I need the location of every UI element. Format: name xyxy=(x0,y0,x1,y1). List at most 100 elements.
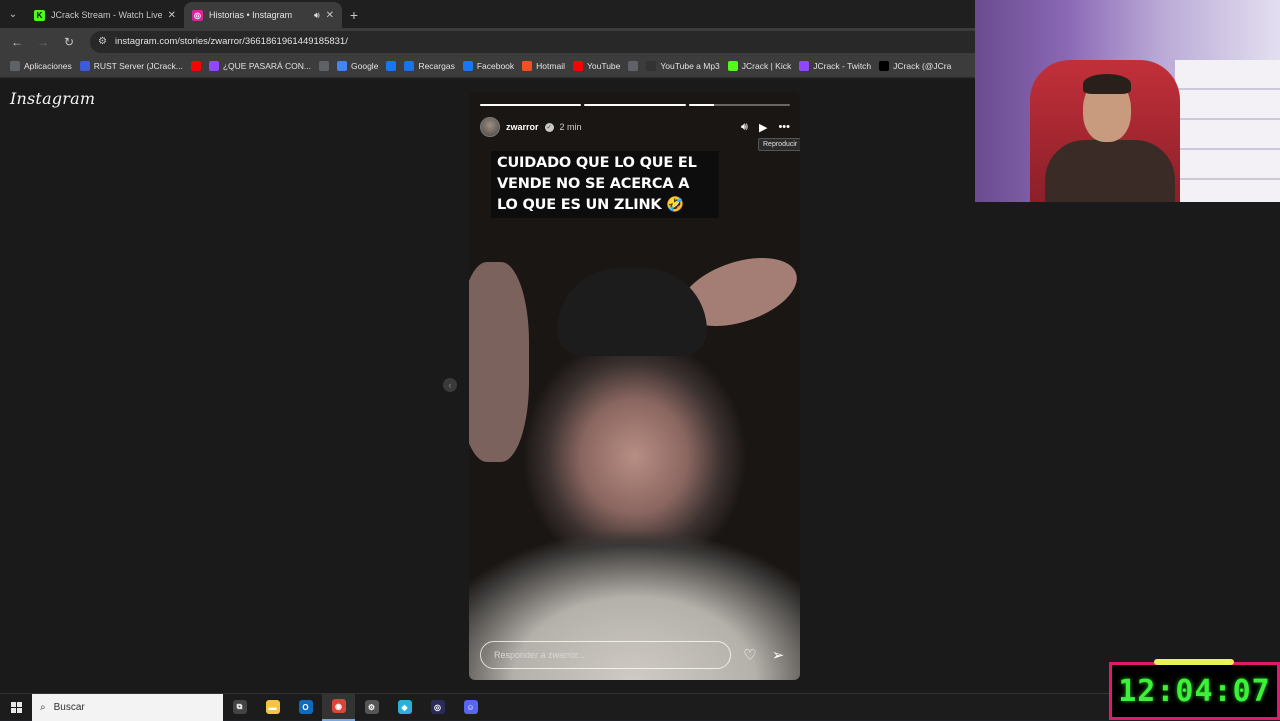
youtube-icon xyxy=(190,61,201,71)
story-header: zwarror ✓ 2 min 🔊︎ ▶ ••• xyxy=(480,116,790,138)
tab-title: JCrack Stream - Watch Live on Kick xyxy=(51,10,162,20)
bookmark-item[interactable]: RUST Server (JCrack... xyxy=(79,61,183,71)
webcam-person-body xyxy=(1045,140,1175,202)
bookmark-label: JCrack | Kick xyxy=(741,61,792,71)
webcam-overlay xyxy=(975,0,1280,202)
outlook-icon: O xyxy=(298,700,313,714)
bookmark-item[interactable]: JCrack (@JCra xyxy=(879,61,951,71)
bookmark-label: Google xyxy=(351,61,379,71)
bookmark-item[interactable]: JCrack - Twitch xyxy=(799,61,871,71)
story-time: 2 min xyxy=(559,122,582,132)
progress-fill xyxy=(480,104,582,106)
story-username[interactable]: zwarror xyxy=(506,122,539,132)
taskbar-app[interactable]: ◆ xyxy=(388,694,421,721)
previous-story-chevron-icon[interactable]: ‹ xyxy=(443,378,457,392)
chrome-icon: ◉ xyxy=(331,699,346,713)
discord-icon: ☺ xyxy=(463,700,478,714)
play-tooltip: Reproducir xyxy=(758,138,800,151)
taskbar-app[interactable]: O xyxy=(289,694,322,721)
kick-icon: K xyxy=(34,9,45,21)
reload-icon[interactable]: ↻ xyxy=(58,31,80,53)
obs-icon: ◎ xyxy=(430,700,445,714)
search-icon: ⌕ xyxy=(40,701,46,713)
url-text: instagram.com/stories/zwarror/3661861961… xyxy=(114,36,348,47)
bookmark-label: YouTube xyxy=(586,61,621,71)
instagram-icon: ◎ xyxy=(192,9,203,21)
youtube-icon xyxy=(572,61,583,71)
bookmark-item[interactable]: ¿QUE PASARÁ CON... xyxy=(208,61,311,71)
twitch-icon xyxy=(799,61,810,71)
task-view-icon: ⧉ xyxy=(232,700,247,714)
taskbar-app[interactable]: ▬ xyxy=(256,694,289,721)
bookmark-label: RUST Server (JCrack... xyxy=(93,61,183,71)
story-caption: CUIDADO QUE LO QUE EL VENDE NO SE ACERCA… xyxy=(491,151,719,218)
progress-fill xyxy=(688,104,714,106)
bookmark-item[interactable] xyxy=(319,61,330,71)
globe-icon xyxy=(628,61,639,71)
taskbar-app[interactable]: ⚙ xyxy=(355,694,388,721)
taskbar-app[interactable]: ◎ xyxy=(421,694,454,721)
taskbar-app[interactable]: ☺ xyxy=(454,694,487,721)
app-icon: ◆ xyxy=(397,700,412,714)
back-arrow-icon[interactable]: ← xyxy=(6,31,28,53)
mp3-icon xyxy=(646,61,657,71)
story-image-cap xyxy=(557,268,707,356)
file-explorer-icon: ▬ xyxy=(265,700,280,714)
bookmark-item[interactable]: Facebook xyxy=(462,61,515,71)
address-bar[interactable]: ⚙ instagram.com/stories/zwarror/36618619… xyxy=(90,30,990,53)
speaker-icon[interactable]: 🔊︎ xyxy=(314,10,320,21)
send-icon[interactable]: ➢ xyxy=(769,646,787,664)
bookmark-label: Hotmail xyxy=(536,61,565,71)
bookmark-item[interactable] xyxy=(190,61,201,71)
start-button[interactable] xyxy=(0,694,32,721)
x-icon xyxy=(879,61,890,71)
progress-segment xyxy=(584,104,686,106)
instagram-logo[interactable]: Instagram xyxy=(10,89,95,108)
play-icon[interactable]: ▶ xyxy=(759,121,767,134)
site-info-icon[interactable]: ⚙ xyxy=(98,36,107,47)
webcam-person-hair xyxy=(1083,74,1131,94)
taskbar-search[interactable]: ⌕ Buscar xyxy=(32,693,223,721)
verified-badge-icon: ✓ xyxy=(544,122,554,132)
apps-grid-icon xyxy=(10,61,20,71)
facebook-icon xyxy=(386,61,397,71)
bookmark-item[interactable]: Aplicaciones xyxy=(10,61,72,71)
new-tab-button[interactable]: + xyxy=(342,2,366,28)
bookmark-item[interactable]: YouTube xyxy=(572,61,621,71)
tab-search-chevron-icon[interactable]: ⌄ xyxy=(0,0,26,28)
bookmark-label: YouTube a Mp3 xyxy=(660,61,720,71)
progress-segment xyxy=(688,104,790,106)
forward-arrow-icon[interactable]: → xyxy=(32,31,54,53)
tab-jcrack-stream[interactable]: K JCrack Stream - Watch Live on Kick ✕ xyxy=(26,2,184,28)
story-reply-row: ♡ ➢ xyxy=(480,640,790,670)
taskbar-app[interactable]: ◉ xyxy=(322,693,355,721)
volume-icon[interactable]: 🔊︎ xyxy=(741,121,748,134)
bookmark-item[interactable] xyxy=(386,61,397,71)
bookmark-item[interactable]: Hotmail xyxy=(522,61,565,71)
more-options-icon[interactable]: ••• xyxy=(778,121,790,133)
progress-fill xyxy=(584,104,686,106)
bookmark-item[interactable]: Recargas xyxy=(404,61,455,71)
reply-input[interactable] xyxy=(480,641,731,669)
avatar[interactable] xyxy=(480,117,500,137)
bookmark-item[interactable]: JCrack | Kick xyxy=(727,61,792,71)
close-tab-icon[interactable]: ✕ xyxy=(326,10,334,21)
hotmail-icon xyxy=(522,61,533,71)
facebook-icon xyxy=(462,61,473,71)
bookmark-item[interactable]: YouTube a Mp3 xyxy=(646,61,720,71)
stream-clock: 12:04:07 xyxy=(1109,659,1280,720)
bookmark-label: Facebook xyxy=(476,61,515,71)
bookmark-label: JCrack - Twitch xyxy=(813,61,872,71)
story-viewer[interactable]: zwarror ✓ 2 min 🔊︎ ▶ ••• Reproducir CUID… xyxy=(469,92,800,680)
bookmark-item[interactable]: Google xyxy=(337,61,378,71)
heart-icon[interactable]: ♡ xyxy=(741,646,759,664)
close-tab-icon[interactable]: ✕ xyxy=(168,10,176,21)
windows-icon xyxy=(10,701,22,713)
tab-instagram-stories[interactable]: ◎ Historias • Instagram 🔊︎ ✕ xyxy=(184,2,342,28)
bookmark-item[interactable] xyxy=(628,61,639,71)
story-image-arm-left xyxy=(469,262,529,462)
webcam-shelf xyxy=(1175,60,1280,202)
story-progress-bar xyxy=(480,104,790,106)
taskbar-app[interactable]: ⧉ xyxy=(223,694,256,721)
windows-taskbar: ⌕ Buscar ⧉ ▬ O ◉ ⚙ ◆ ◎ ☺ xyxy=(0,693,1110,721)
